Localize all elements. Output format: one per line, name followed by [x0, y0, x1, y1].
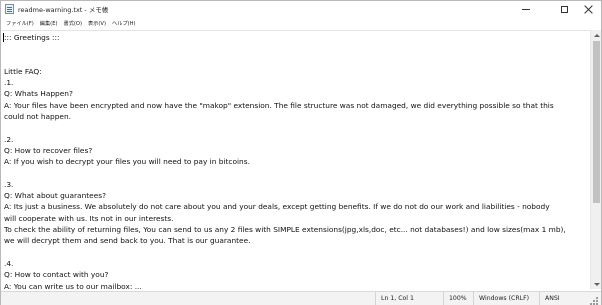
title-bar[interactable]: readme-warning.txt - メモ帳: [1, 1, 601, 18]
close-icon: [584, 5, 593, 14]
menu-file[interactable]: ファイル(F): [4, 18, 36, 29]
scroll-up-button[interactable]: [591, 30, 602, 40]
document-line: To check the ability of returning files,…: [4, 225, 566, 235]
scrollbar-thumb[interactable]: [593, 41, 600, 203]
arrow-up-icon: [593, 33, 600, 37]
text-editor-area[interactable]: ::: Greetings ::: Little FAQ: .1. Q: Wha…: [2, 30, 590, 289]
minimize-button[interactable]: [511, 1, 541, 18]
document-line: Q: What about guarantees?: [4, 191, 107, 201]
encoding: ANSI: [539, 292, 587, 305]
menu-view[interactable]: 表示(V): [86, 18, 108, 29]
zoom-level: 100%: [443, 292, 473, 305]
document-line: could not happen.: [4, 112, 71, 122]
document-line: ::: Greetings :::: [4, 33, 60, 42]
menu-help[interactable]: ヘルプ(H): [110, 18, 138, 29]
menu-bar: ファイル(F) 編集(E) 書式(O) 表示(V) ヘルプ(H): [1, 18, 601, 29]
document-line: .2.: [4, 134, 14, 144]
document-line: Q: How to contact with you?: [4, 270, 109, 280]
window-title: readme-warning.txt - メモ帳: [18, 6, 109, 14]
document-line: .1.: [4, 78, 14, 88]
minimize-icon: [522, 9, 530, 10]
maximize-icon: [560, 6, 568, 13]
document-text: ::: Greetings ::: Little FAQ: .1. Q: Wha…: [4, 32, 588, 289]
document-line: A: If you wish to decrypt your files you…: [4, 157, 250, 167]
document-line: we will decrypt them and send back to yo…: [4, 236, 251, 246]
document-line: .3.: [4, 179, 14, 189]
document-line: Q: How to recover files?: [4, 145, 93, 155]
scroll-down-button[interactable]: [591, 279, 602, 289]
document-line: Q: Whats Happen?: [4, 89, 73, 99]
document-line: A: You can write us to our mailbox: ...: [4, 281, 142, 289]
resize-grip-icon[interactable]: [589, 296, 598, 305]
notepad-icon: [5, 4, 14, 14]
status-bar: Ln 1, Col 1 100% Windows (CRLF) ANSI: [1, 291, 601, 305]
close-button[interactable]: [575, 1, 601, 18]
document-line: Little FAQ:: [4, 66, 42, 76]
cursor-position: Ln 1, Col 1: [375, 292, 443, 305]
menu-edit[interactable]: 編集(E): [38, 18, 60, 29]
document-line: will cooperate with us. Its not in our i…: [4, 213, 174, 223]
notepad-window: readme-warning.txt - メモ帳 ファイル(F) 編集(E) 書…: [0, 0, 602, 305]
menu-format[interactable]: 書式(O): [62, 18, 85, 29]
document-line: A: Its just a business. We absolutely do…: [4, 202, 550, 212]
document-line: A: Your files have been encrypted and no…: [4, 100, 554, 110]
arrow-down-icon: [593, 282, 600, 286]
document-line: .4.: [4, 258, 14, 268]
line-ending: Windows (CRLF): [473, 292, 539, 305]
vertical-scrollbar[interactable]: [590, 30, 601, 289]
